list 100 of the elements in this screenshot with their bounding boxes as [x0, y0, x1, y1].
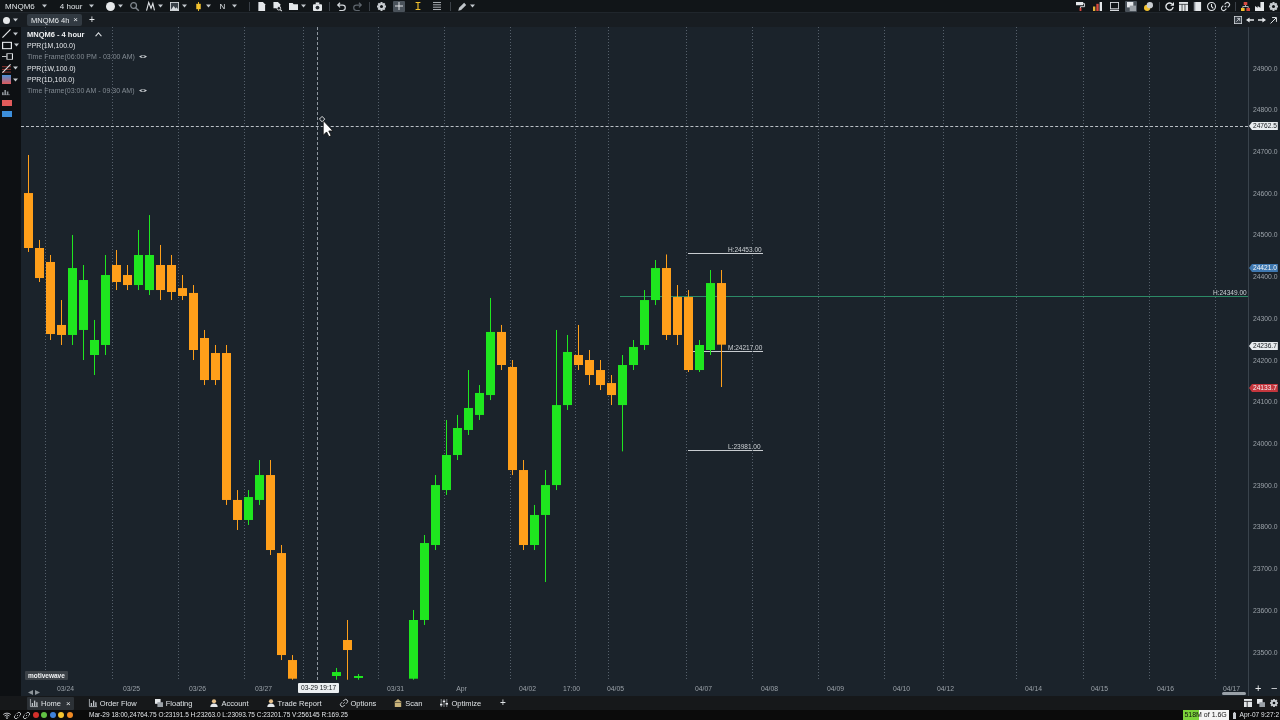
link-icon	[13, 711, 21, 719]
caret-icon[interactable]	[182, 4, 188, 8]
candlestick	[90, 319, 99, 376]
caret-icon[interactable]	[118, 4, 124, 8]
picture-icon[interactable]	[170, 1, 180, 11]
layout-icon[interactable]	[1244, 699, 1252, 707]
candlestick	[596, 359, 605, 391]
pen-line-icon[interactable]	[2, 29, 11, 38]
add-tab-button[interactable]: +	[500, 698, 506, 708]
caret-icon[interactable]	[14, 43, 19, 47]
redo-icon[interactable]	[353, 1, 363, 11]
candlestick	[453, 414, 462, 461]
caret-icon[interactable]	[13, 31, 18, 36]
candlestick	[640, 289, 649, 351]
pencil-icon[interactable]	[458, 1, 468, 11]
bar-size-dropdown[interactable]: 4 hour	[58, 0, 96, 12]
lines-button[interactable]	[431, 0, 444, 12]
bar-chart-icon[interactable]	[2, 87, 10, 95]
menu-dropdown[interactable]: N	[218, 0, 239, 12]
label-line-icon[interactable]	[2, 53, 13, 60]
caret-icon[interactable]	[13, 18, 18, 22]
zoom-out-button[interactable]: −	[1271, 683, 1278, 693]
gear-icon[interactable]	[377, 1, 387, 11]
candlestick	[178, 274, 187, 301]
candlestick	[530, 504, 539, 551]
monitor-icon	[1109, 1, 1119, 11]
caret-icon[interactable]	[301, 4, 307, 8]
candlestick	[244, 489, 253, 526]
crosshair-button[interactable]	[393, 0, 406, 12]
camera-icon[interactable]	[313, 1, 323, 11]
folder-icon[interactable]	[289, 1, 299, 11]
candle-icon[interactable]	[194, 1, 204, 11]
caret-icon[interactable]	[13, 77, 18, 82]
candlestick	[156, 244, 165, 301]
eye-icon[interactable]	[138, 88, 147, 94]
color-swatch-icon[interactable]	[2, 111, 12, 117]
i-beam-icon	[414, 2, 423, 10]
network-icon[interactable]	[1241, 1, 1250, 11]
line-chart-icon[interactable]	[146, 1, 156, 11]
caret-icon[interactable]	[470, 4, 476, 8]
symbol-dropdown[interactable]: MNQM6	[4, 0, 48, 12]
coins-button[interactable]	[1142, 0, 1154, 12]
windows-icon	[154, 699, 163, 707]
gradient-swatch-icon[interactable]	[2, 75, 11, 84]
gear-icon[interactable]	[1270, 699, 1278, 707]
circle-icon[interactable]	[106, 1, 116, 11]
candlestick	[629, 339, 638, 371]
scrollbar-thumb[interactable]	[1222, 692, 1246, 695]
candlestick	[57, 299, 66, 346]
tab-close-button[interactable]: ×	[73, 15, 78, 25]
lines-icon	[433, 2, 442, 10]
add-tab-button[interactable]: +	[89, 15, 95, 25]
trend-lines-icon[interactable]	[2, 63, 11, 73]
eye-icon[interactable]	[138, 54, 147, 60]
document-search-icon[interactable]	[273, 1, 283, 11]
diagonal-arrow-icon[interactable]	[1270, 16, 1277, 24]
factory-icon[interactable]	[1255, 1, 1264, 11]
bar-chart-button[interactable]	[1091, 0, 1103, 12]
candlestick	[574, 324, 583, 371]
link-icon	[339, 699, 348, 707]
paint-roller-icon	[1075, 1, 1085, 11]
battery-icon	[1231, 711, 1237, 719]
chevron-up-icon[interactable]	[94, 32, 102, 38]
document-icon[interactable]	[257, 1, 267, 11]
candlestick	[211, 344, 220, 386]
search-icon[interactable]	[130, 1, 140, 11]
candlestick	[343, 619, 352, 681]
monitor-button[interactable]	[1108, 0, 1120, 12]
candlestick	[695, 339, 704, 373]
zoom-in-button[interactable]: +	[1255, 683, 1262, 693]
crosshair-icon	[395, 2, 404, 10]
candlestick	[288, 654, 297, 681]
caret-icon[interactable]	[206, 4, 212, 8]
tab-close-button[interactable]: ×	[66, 698, 71, 708]
caret-icon[interactable]	[158, 4, 164, 8]
link-icon	[23, 711, 30, 719]
candlestick	[233, 489, 242, 531]
candlestick	[673, 284, 682, 346]
sliders-icon	[440, 699, 449, 707]
candlestick	[35, 239, 44, 283]
circle-icon[interactable]	[3, 16, 10, 24]
refresh-icon[interactable]	[1165, 1, 1174, 11]
arrow-right-icon[interactable]	[1258, 17, 1266, 23]
caret-icon	[232, 4, 238, 8]
paint-roller-button[interactable]	[1074, 0, 1086, 12]
windows-button[interactable]	[1125, 0, 1137, 12]
rectangle-icon[interactable]	[2, 40, 12, 50]
link-icon[interactable]	[1221, 1, 1230, 11]
arrow-left-icon[interactable]	[1246, 17, 1254, 23]
clock-icon[interactable]	[1207, 1, 1216, 11]
building-icon	[394, 699, 403, 707]
table-icon[interactable]	[1179, 1, 1188, 11]
gear-icon[interactable]	[1269, 1, 1278, 11]
caret-icon	[89, 4, 95, 8]
windows-icon[interactable]	[1257, 699, 1265, 707]
undo-icon[interactable]	[337, 1, 347, 11]
book-icon[interactable]	[1193, 1, 1202, 11]
color-swatch-icon[interactable]	[2, 99, 12, 106]
window-icon[interactable]	[1234, 16, 1242, 24]
caret-icon[interactable]	[13, 66, 18, 70]
